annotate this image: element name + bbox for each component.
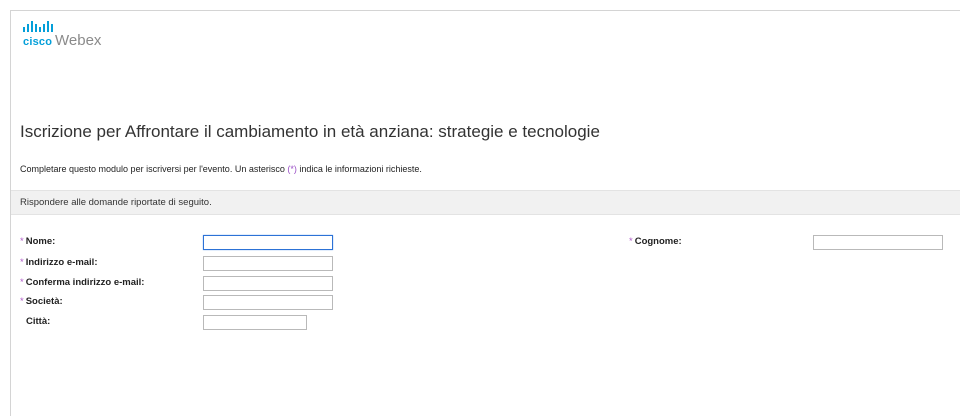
required-marker: * bbox=[20, 257, 24, 268]
confirm-email-label: * Conferma indirizzo e-mail: bbox=[20, 277, 145, 288]
cisco-wordmark: cisco bbox=[23, 36, 53, 48]
company-input[interactable] bbox=[203, 295, 333, 310]
section-header: Rispondere alle domande riportate di seg… bbox=[11, 190, 960, 215]
first-name-input[interactable] bbox=[203, 235, 333, 250]
intro-text: Completare questo modulo per iscriversi … bbox=[20, 164, 422, 174]
required-marker: * bbox=[20, 296, 24, 307]
city-input[interactable] bbox=[203, 315, 307, 330]
email-label: * Indirizzo e-mail: bbox=[20, 257, 98, 268]
required-marker: * bbox=[629, 236, 633, 247]
email-input[interactable] bbox=[203, 256, 333, 271]
first-name-label: * Nome: bbox=[20, 236, 56, 247]
confirm-email-input[interactable] bbox=[203, 276, 333, 291]
section-header-label: Rispondere alle domande riportate di seg… bbox=[20, 197, 212, 208]
registration-page: cisco Webex Iscrizione per Affrontare il… bbox=[10, 10, 960, 416]
webex-wordmark: Webex bbox=[55, 32, 102, 49]
intro-text-end: indica le informazioni richieste. bbox=[296, 164, 422, 174]
cisco-bars-icon bbox=[23, 21, 53, 32]
required-marker: * bbox=[20, 236, 24, 247]
city-label: Città: bbox=[26, 316, 51, 327]
company-label: * Società: bbox=[20, 296, 63, 307]
last-name-input[interactable] bbox=[813, 235, 943, 250]
last-name-label: * Cognome: bbox=[629, 236, 682, 247]
intro-text-start: Completare questo modulo per iscriversi … bbox=[20, 164, 288, 174]
required-marker: * bbox=[20, 277, 24, 288]
page-title: Iscrizione per Affrontare il cambiamento… bbox=[20, 122, 600, 141]
cisco-webex-logo: cisco Webex bbox=[23, 21, 101, 53]
required-asterisk-note: (*) bbox=[287, 164, 297, 174]
